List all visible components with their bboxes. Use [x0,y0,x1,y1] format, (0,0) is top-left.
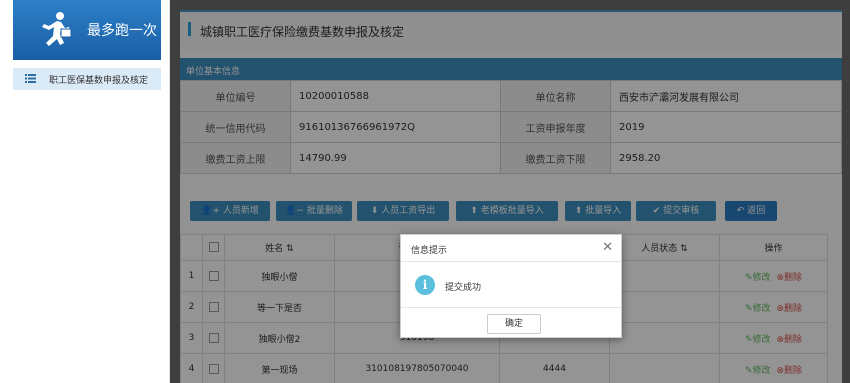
logo: 最多跑一次 [13,0,161,60]
info-icon: i [415,275,435,295]
ok-button[interactable]: 确定 [487,314,541,334]
dialog-header: 信息提示 ✕ [401,235,621,262]
sidebar-item-label: 职工医保基数申报及核定 [49,76,149,86]
list-icon [25,74,36,83]
close-icon[interactable]: ✕ [602,240,613,255]
running-man-icon [42,12,72,46]
sidebar: 最多跑一次 职工医保基数申报及核定 [0,0,170,383]
info-dialog: 信息提示 ✕ i 提交成功 确定 [400,234,622,338]
dialog-message: 提交成功 [445,283,482,293]
logo-text: 最多跑一次 [87,23,157,39]
dialog-footer: 确定 [401,307,621,337]
dialog-title: 信息提示 [411,246,448,256]
sidebar-item-medical-insurance[interactable]: 职工医保基数申报及核定 [13,68,161,90]
